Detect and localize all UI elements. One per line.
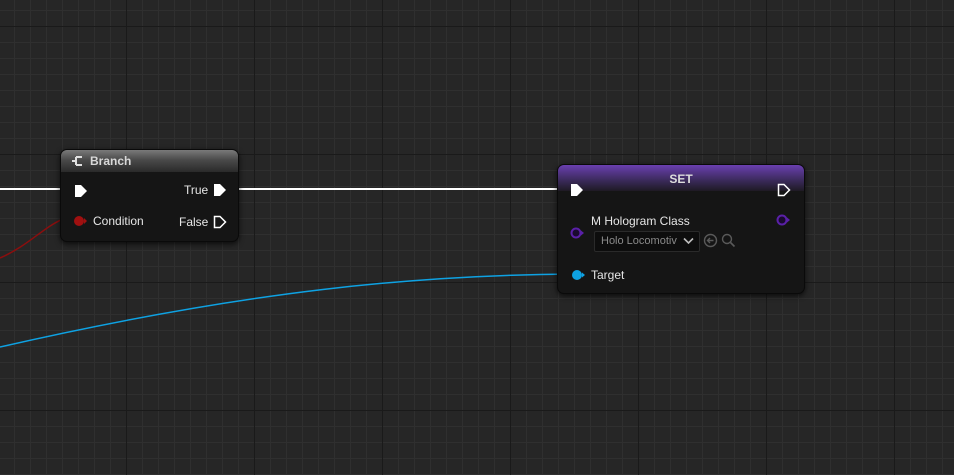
class-out-pin[interactable]: [775, 213, 791, 227]
set-title: SET: [669, 172, 693, 186]
set-node-header[interactable]: SET: [558, 165, 804, 191]
search-icon[interactable]: [721, 233, 736, 248]
target-in-pin[interactable]: [570, 268, 586, 282]
false-exec-out-pin[interactable]: [213, 215, 227, 229]
condition-pin[interactable]: [72, 214, 88, 228]
branch-title: Branch: [90, 154, 132, 168]
branch-node[interactable]: Branch Condition True False: [60, 149, 239, 242]
set-exec-in-pin[interactable]: [570, 183, 584, 197]
chevron-down-icon: [683, 237, 694, 245]
true-exec-out-pin[interactable]: [213, 183, 227, 197]
set-exec-out-pin[interactable]: [777, 183, 791, 197]
class-dropdown[interactable]: Holo Locomotiv: [594, 231, 700, 252]
branch-icon: [72, 156, 82, 166]
condition-wire: [0, 217, 67, 259]
set-node[interactable]: SET M Hologram Class Holo Locomotiv Targ…: [557, 164, 805, 294]
hologram-class-label: M Hologram Class: [591, 214, 690, 228]
branch-node-header[interactable]: Branch: [61, 150, 238, 172]
class-in-pin[interactable]: [569, 226, 585, 240]
false-label: False: [179, 215, 209, 229]
target-wire: [0, 273, 574, 348]
condition-label: Condition: [93, 214, 144, 228]
true-label: True: [184, 183, 209, 197]
class-dropdown-value: Holo Locomotiv: [601, 235, 677, 247]
target-label: Target: [591, 268, 625, 282]
exec-in-pin[interactable]: [74, 184, 88, 198]
use-selected-asset-icon[interactable]: [703, 233, 718, 248]
